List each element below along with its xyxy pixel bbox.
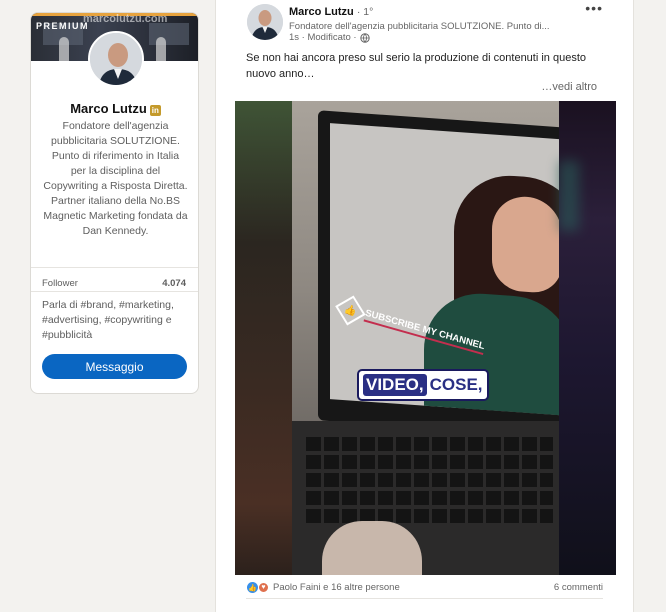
profile-name-text: Marco Lutzu: [70, 101, 147, 116]
love-reaction-icon: ♥: [258, 582, 269, 593]
post-author-line: Marco Lutzu · 1°: [289, 6, 373, 18]
post-video[interactable]: 👍 SUBSCRIBE MY CHANNEL VIDEO, COSE,: [235, 101, 616, 575]
divider: [31, 267, 198, 268]
hand: [322, 521, 422, 575]
video-blur-left: [235, 101, 292, 575]
reactions-text: Paolo Faini e 16 altre persone: [273, 582, 400, 593]
banner-figure: [59, 37, 69, 61]
person-face: [492, 194, 562, 295]
divider: [246, 598, 603, 599]
divider: [31, 291, 198, 292]
reactions-summary[interactable]: 👍 ♥ Paolo Faini e 16 altre persone: [247, 582, 400, 593]
comments-count[interactable]: 6 commenti: [554, 582, 603, 593]
profile-hashtags: Parla di #brand, #marketing, #advertisin…: [42, 299, 174, 341]
profile-card: marcolutzu.com PREMIUM Marco Lutzu in Fon…: [30, 12, 199, 394]
see-more-link[interactable]: …vedi altro: [541, 81, 597, 93]
thumbs-up-icon: 👍: [335, 295, 366, 326]
post-meta: 1s · Modificato ·: [289, 32, 370, 43]
caption-word-2: COSE,: [429, 375, 483, 394]
key-row: [306, 455, 553, 469]
profile-name[interactable]: Marco Lutzu in: [31, 101, 198, 116]
banner-site-text: marcolutzu.com: [83, 13, 168, 25]
profile-bio: Fondatore dell'agenzia pubblicitaria SOL…: [43, 120, 188, 237]
video-caption: VIDEO, COSE,: [357, 369, 489, 401]
key-row: [306, 491, 553, 505]
follower-count: 4.074: [162, 278, 186, 289]
key-row: [306, 509, 553, 523]
caption-word-1: VIDEO,: [363, 374, 427, 396]
post-author-headline: Fondatore dell'agenzia pubblicitaria SOL…: [289, 21, 550, 32]
banner-figure: [156, 37, 166, 61]
more-options-icon[interactable]: •••: [585, 0, 603, 16]
key-row: [306, 437, 553, 451]
profile-avatar[interactable]: [88, 31, 144, 87]
banner-screen: [149, 23, 189, 45]
key-row: [306, 473, 553, 487]
post-card: Marco Lutzu · 1° Fondatore dell'agenzia …: [215, 0, 634, 612]
premium-badge: PREMIUM: [36, 21, 89, 31]
follower-label: Follower: [42, 278, 78, 289]
globe-icon: [359, 32, 370, 43]
post-meta-text: 1s · Modificato ·: [289, 32, 357, 43]
post-text: Se non hai ancora preso sul serio la pro…: [246, 52, 587, 80]
post-author-name[interactable]: Marco Lutzu: [289, 6, 354, 18]
video-blur-right: [559, 101, 616, 575]
like-reaction-icon: 👍: [247, 582, 258, 593]
connection-degree: · 1°: [356, 6, 374, 18]
video-frame: 👍 SUBSCRIBE MY CHANNEL: [292, 101, 568, 575]
post-author-avatar[interactable]: [247, 4, 283, 40]
linkedin-badge-icon: in: [149, 105, 161, 116]
message-button[interactable]: Messaggio: [42, 354, 187, 379]
